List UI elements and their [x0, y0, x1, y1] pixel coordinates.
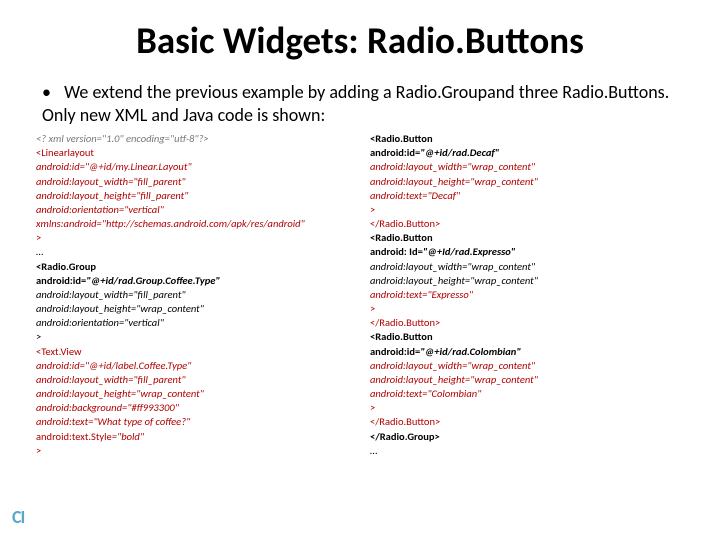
code-area: <? xml version="1.0" encoding="utf-8"?> …	[30, 132, 690, 458]
code-line: android:layout_height="wrap_content"	[370, 274, 684, 288]
code-line: </Radio.Button>	[370, 415, 684, 429]
code-line: android:text="What type of coffee?"	[36, 415, 350, 429]
code-line: <Radio.Group	[36, 260, 350, 274]
code-line: <Linearlayout	[36, 146, 350, 160]
code-line: >	[36, 330, 350, 344]
code-line: >	[36, 231, 350, 245]
code-line: >	[370, 302, 684, 316]
code-line: android: Id="@+Id/rad.Expresso"	[370, 245, 684, 259]
bullet-content: We extend the previous example by adding…	[42, 81, 669, 126]
code-line: android:layout_width="wrap_content"	[370, 160, 684, 174]
code-line: android:text.Style="bold"	[36, 430, 350, 444]
code-line: <Radio.Button	[370, 132, 684, 146]
code-line: android:layout_height="wrap_content"	[36, 302, 350, 316]
code-line: android:id="@+id/label.Coffee.Type"	[36, 359, 350, 373]
slide: Basic Widgets: Radio.Buttons • We extend…	[0, 0, 720, 540]
code-line: </Radio.Group>	[370, 430, 684, 444]
code-line: <Radio.Button	[370, 330, 684, 344]
code-line: android:id="@+id/my.Linear.Layout"	[36, 160, 350, 174]
code-line: android:layout_height="wrap_content"	[36, 387, 350, 401]
code-line: >	[370, 401, 684, 415]
code-line: android:id="@+id/rad.Colombian"	[370, 345, 684, 359]
code-line: <Radio.Button	[370, 231, 684, 245]
code-line: android:text="Decaf"	[370, 189, 684, 203]
code-line: android:layout_width="fill_parent"	[36, 175, 350, 189]
code-line: android:text="Expresso"	[370, 288, 684, 302]
code-line: </Radio.Button>	[370, 217, 684, 231]
code-line: android:layout_width="fill_parent"	[36, 288, 350, 302]
code-line: android:id="@+id/rad.Decaf"	[370, 146, 684, 160]
code-line: android:layout_width="fill_parent"	[36, 373, 350, 387]
slide-title: Basic Widgets: Radio.Buttons	[30, 18, 690, 63]
code-line: …	[36, 245, 350, 259]
code-line: >	[36, 444, 350, 458]
code-line: android:orientation="vertical"	[36, 203, 350, 217]
bullet-text: • We extend the previous example by addi…	[42, 81, 690, 126]
code-line: android:layout_height="wrap_content"	[370, 175, 684, 189]
code-line: xmlns:android="http://schemas.android.co…	[36, 217, 350, 231]
code-line: android:orientation="vertical"	[36, 316, 350, 330]
code-line: android:text="Colombian"	[370, 387, 684, 401]
code-line: …	[370, 444, 684, 458]
logo: CI	[12, 506, 24, 528]
code-line: android:layout_width="wrap_content"	[370, 260, 684, 274]
code-line: android:layout_height="fill_parent"	[36, 189, 350, 203]
code-line: android:id="@+id/rad.Group.Coffee.Type"	[36, 274, 350, 288]
code-line: android:layout_height="wrap_content"	[370, 373, 684, 387]
code-column-left: <? xml version="1.0" encoding="utf-8"?> …	[36, 132, 350, 458]
code-line: >	[370, 203, 684, 217]
code-line: </Radio.Button>	[370, 316, 684, 330]
code-line: <? xml version="1.0" encoding="utf-8"?>	[36, 132, 350, 146]
code-line: android:layout_width="wrap_content"	[370, 359, 684, 373]
code-column-right: <Radio.Button android:id="@+id/rad.Decaf…	[370, 132, 684, 458]
code-line: <Text.View	[36, 345, 350, 359]
code-line: android:background="#ff993300"	[36, 401, 350, 415]
bullet-dot: •	[42, 81, 60, 104]
